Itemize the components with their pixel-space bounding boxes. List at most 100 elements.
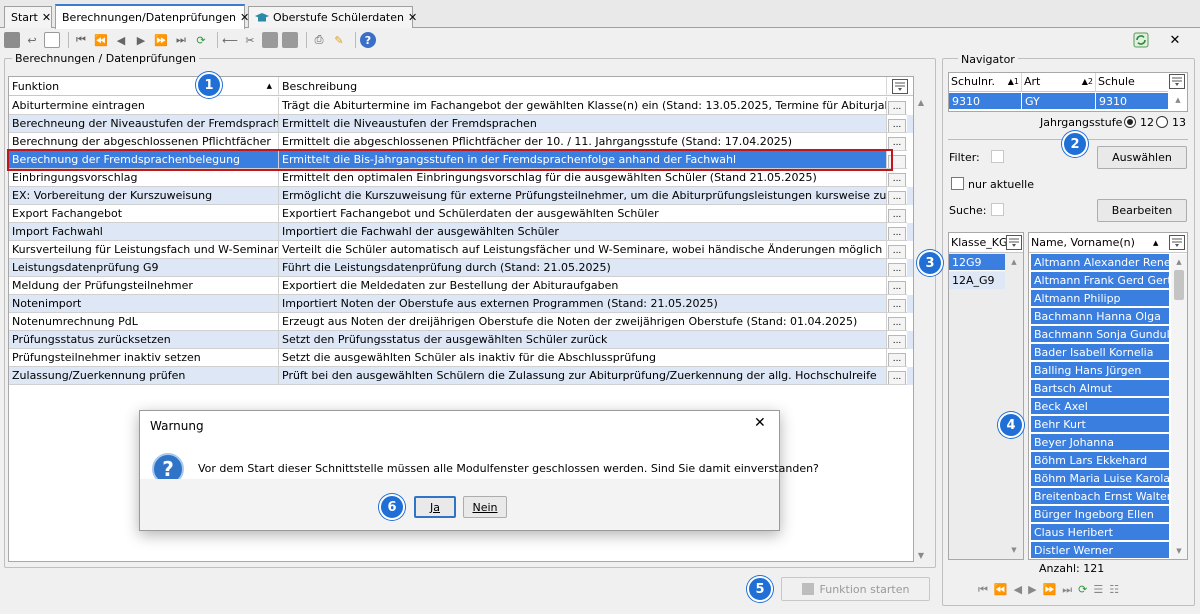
student-list-item[interactable]: Behr Kurt	[1031, 416, 1169, 433]
beschreibung-cell[interactable]: Ermittelt den optimalen Einbringungsvors…	[279, 169, 887, 187]
table-row[interactable]: Leistungsdatenprüfung G9 Führt die Leistu…	[9, 259, 913, 277]
column-header-schule[interactable]: Schule	[1096, 73, 1168, 92]
scroll-down-icon[interactable]: ▼	[914, 549, 928, 563]
refresh-icon[interactable]: ⟳	[193, 32, 209, 48]
save-icon[interactable]	[4, 32, 20, 48]
student-list-item[interactable]: Bartsch Almut	[1031, 380, 1169, 397]
scroll-up-icon[interactable]: ▲	[1007, 255, 1021, 269]
funktion-cell[interactable]: Berechnung der Fremdsprachenbelegung	[9, 151, 279, 169]
auswaehlen-button[interactable]: Auswählen	[1097, 146, 1187, 169]
refresh-icon[interactable]: ⟳	[1078, 583, 1087, 597]
scroll-down-icon[interactable]: ▼	[1007, 543, 1021, 557]
no-button[interactable]: Nein	[463, 496, 507, 518]
tab-start[interactable]: Start ✕	[4, 6, 52, 28]
print-icon[interactable]: ⎙	[311, 32, 327, 48]
bearbeiten-button[interactable]: Bearbeiten	[1097, 199, 1187, 222]
funktion-cell[interactable]: Meldung der Prüfungsteilnehmer	[9, 277, 279, 295]
beschreibung-cell[interactable]: Trägt die Abiturtermine im Fachangebot d…	[279, 97, 887, 115]
table-row[interactable]: Notenimport Importiert Noten der Oberstuf…	[9, 295, 913, 313]
column-header-art[interactable]: Art ▲2	[1022, 73, 1096, 92]
ellipsis-button[interactable]: ...	[888, 335, 906, 348]
table-row[interactable]: Export Fachangebot Exportiert Fachangebot…	[9, 205, 913, 223]
scroll-up-icon[interactable]: ▲	[1171, 93, 1185, 107]
funktion-cell[interactable]: Kursverteilung für Leistungsfach und W-S…	[9, 241, 279, 259]
beschreibung-cell[interactable]: Verteilt die Schüler automatisch auf Lei…	[279, 241, 887, 259]
first-record-icon[interactable]: ⏮	[978, 583, 988, 597]
klasse-item[interactable]: 12A_G9	[949, 272, 1005, 289]
column-chooser-button[interactable]	[1169, 74, 1187, 91]
fast-forward-icon[interactable]: ⏩	[153, 32, 169, 48]
beschreibung-cell[interactable]: Ermittelt die abgeschlossenen Pflichtfäc…	[279, 133, 887, 151]
column-chooser-button[interactable]	[887, 77, 913, 96]
fast-back-icon[interactable]: ⏪	[93, 32, 109, 48]
filter-checkbox[interactable]	[991, 150, 1004, 163]
table-row[interactable]: Kursverteilung für Leistungsfach und W-S…	[9, 241, 913, 259]
grid-view-icon[interactable]: ☷	[1109, 583, 1119, 597]
scroll-thumb[interactable]	[1174, 270, 1184, 300]
funktion-cell[interactable]: EX: Vorbereitung der Kurszuweisung	[9, 187, 279, 205]
undo-icon[interactable]: ↩	[24, 32, 40, 48]
school-cell-art[interactable]: GY	[1022, 93, 1096, 110]
beschreibung-cell[interactable]: Setzt den Prüfungsstatus der ausgewählte…	[279, 331, 887, 349]
student-list-item[interactable]: Böhm Maria Luise Karola	[1031, 470, 1169, 487]
yes-button[interactable]: Ja	[414, 496, 456, 518]
name-scrollbar[interactable]: ▲ ▼	[1171, 254, 1187, 559]
beschreibung-cell[interactable]: Führt die Leistungsdatenprüfung durch (S…	[279, 259, 887, 277]
column-header-beschreibung[interactable]: Beschreibung	[279, 77, 887, 96]
table-row[interactable]: Berechnung der Fremdsprachenbelegung Ermi…	[9, 151, 913, 169]
beschreibung-cell[interactable]: Importiert Noten der Oberstufe aus exter…	[279, 295, 887, 313]
column-chooser-button[interactable]	[1169, 235, 1185, 250]
first-record-icon[interactable]: ⏮	[73, 32, 89, 48]
funktion-cell[interactable]: Berechneung der Niveaustufen der Fremdsp…	[9, 115, 279, 133]
close-icon[interactable]: ✕	[42, 11, 51, 24]
table-row[interactable]: Abiturtermine eintragen Trägt die Abiturt…	[9, 97, 913, 115]
student-list-item[interactable]: Altmann Alexander Rene...	[1031, 254, 1169, 271]
student-list-item[interactable]: Claus Heribert	[1031, 524, 1169, 541]
beschreibung-cell[interactable]: Ermittelt die Niveaustufen der Fremdspra…	[279, 115, 887, 133]
suche-checkbox[interactable]	[991, 203, 1004, 216]
tab-oberstufe[interactable]: Oberstufe Schülerdaten ✕	[248, 6, 417, 28]
ellipsis-button[interactable]: ...	[888, 155, 906, 168]
back-arrow-icon[interactable]: ⟵	[222, 32, 238, 48]
funktion-cell[interactable]: Zulassung/Zuerkennung prüfen	[9, 367, 279, 385]
fast-forward-icon[interactable]: ⏩	[1043, 583, 1057, 597]
funktion-cell[interactable]: Einbringungsvorschlag	[9, 169, 279, 187]
beschreibung-cell[interactable]: Ermittelt die Bis-Jahrgangsstufen in der…	[279, 151, 887, 169]
close-navigator-button[interactable]: ✕	[1164, 30, 1186, 50]
ellipsis-button[interactable]: ...	[888, 317, 906, 330]
beschreibung-cell[interactable]: Exportiert die Meldedaten zur Bestellung…	[279, 277, 887, 295]
funktion-cell[interactable]: Prüfungsstatus zurücksetzen	[9, 331, 279, 349]
table-row[interactable]: Berechneung der Niveaustufen der Fremdsp…	[9, 115, 913, 133]
broom-icon[interactable]: ✎	[331, 32, 347, 48]
ellipsis-button[interactable]: ...	[888, 371, 906, 384]
ellipsis-button[interactable]: ...	[888, 137, 906, 150]
student-list-item[interactable]: Bachmann Hanna Olga	[1031, 308, 1169, 325]
school-cell-schule[interactable]: 9310	[1096, 93, 1168, 110]
ellipsis-button[interactable]: ...	[888, 209, 906, 222]
ellipsis-button[interactable]: ...	[888, 119, 906, 132]
student-list-item[interactable]: Beck Axel	[1031, 398, 1169, 415]
funktion-cell[interactable]: Notenimport	[9, 295, 279, 313]
table-row[interactable]: Prüfungsstatus zurücksetzen Setzt den Prü…	[9, 331, 913, 349]
next-record-icon[interactable]: ▶	[133, 32, 149, 48]
funktion-cell[interactable]: Export Fachangebot	[9, 205, 279, 223]
beschreibung-cell[interactable]: Ermöglicht die Kurszuweisung für externe…	[279, 187, 887, 205]
ellipsis-button[interactable]: ...	[888, 263, 906, 276]
column-header-funktion[interactable]: Funktion ▲	[9, 77, 279, 96]
last-record-icon[interactable]: ⏭	[1062, 583, 1072, 597]
copy-icon[interactable]	[262, 32, 278, 48]
table-row[interactable]: Zulassung/Zuerkennung prüfen Prüft bei de…	[9, 367, 913, 385]
column-header-name[interactable]: Name, Vorname(n) ▲	[1029, 233, 1187, 253]
ellipsis-button[interactable]: ...	[888, 101, 906, 114]
student-list-item[interactable]: Balling Hans Jürgen	[1031, 362, 1169, 379]
table-row[interactable]: Prüfungsteilnehmer inaktiv setzen Setzt d…	[9, 349, 913, 367]
grid-scrollbar[interactable]	[913, 96, 914, 562]
table-row[interactable]: Import Fachwahl Importiert die Fachwahl d…	[9, 223, 913, 241]
funktion-cell[interactable]: Berechnung der abgeschlossenen Pflichtfä…	[9, 133, 279, 151]
cut-icon[interactable]: ✂	[242, 32, 258, 48]
funktion-cell[interactable]: Notenumrechnung PdL	[9, 313, 279, 331]
funktion-cell[interactable]: Prüfungsteilnehmer inaktiv setzen	[9, 349, 279, 367]
funktion-cell[interactable]: Import Fachwahl	[9, 223, 279, 241]
funktion-cell[interactable]: Leistungsdatenprüfung G9	[9, 259, 279, 277]
table-row[interactable]: Notenumrechnung PdL Erzeugt aus Noten der…	[9, 313, 913, 331]
